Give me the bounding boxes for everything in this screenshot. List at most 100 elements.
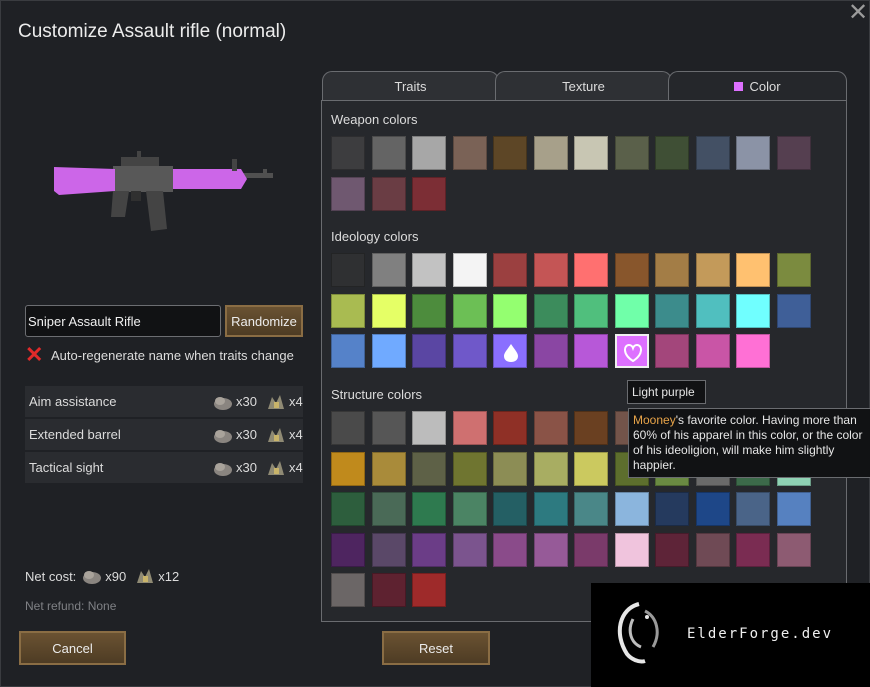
close-icon[interactable]: ✕ bbox=[847, 1, 869, 25]
color-swatch[interactable] bbox=[412, 532, 446, 567]
color-swatch[interactable] bbox=[331, 573, 365, 607]
color-swatch[interactable] bbox=[736, 293, 770, 328]
color-swatch[interactable] bbox=[655, 253, 689, 287]
color-swatch[interactable] bbox=[574, 253, 608, 287]
trait-row[interactable]: Extended barrel x30 x4 bbox=[25, 419, 303, 450]
color-swatch[interactable] bbox=[614, 334, 649, 368]
color-swatch[interactable] bbox=[371, 411, 406, 445]
color-swatch[interactable] bbox=[695, 334, 730, 368]
color-swatch[interactable] bbox=[695, 253, 730, 287]
reset-button[interactable]: Reset bbox=[382, 631, 490, 665]
color-swatch[interactable] bbox=[331, 492, 365, 526]
weapon-name-field[interactable] bbox=[25, 305, 221, 337]
color-swatch[interactable] bbox=[371, 136, 406, 170]
color-swatch[interactable] bbox=[736, 334, 770, 368]
color-swatch[interactable] bbox=[412, 176, 446, 211]
color-swatch[interactable] bbox=[452, 136, 487, 170]
color-swatch[interactable] bbox=[776, 253, 811, 287]
color-swatch[interactable] bbox=[371, 293, 406, 328]
color-swatch[interactable] bbox=[452, 253, 487, 287]
color-swatch[interactable] bbox=[695, 492, 730, 526]
color-swatch[interactable] bbox=[452, 411, 487, 445]
color-swatch[interactable] bbox=[614, 492, 649, 526]
color-swatch[interactable] bbox=[574, 334, 608, 368]
color-swatch[interactable] bbox=[412, 293, 446, 328]
color-swatch[interactable] bbox=[493, 293, 527, 328]
color-swatch[interactable] bbox=[371, 334, 406, 368]
color-swatch[interactable] bbox=[574, 532, 608, 567]
color-swatch[interactable] bbox=[452, 492, 487, 526]
color-swatch[interactable] bbox=[493, 451, 527, 486]
color-swatch[interactable] bbox=[331, 293, 365, 328]
color-swatch[interactable] bbox=[736, 136, 770, 170]
tab-texture[interactable]: Texture bbox=[495, 71, 672, 101]
color-swatch[interactable] bbox=[574, 293, 608, 328]
color-swatch[interactable] bbox=[776, 136, 811, 170]
color-swatch[interactable] bbox=[695, 293, 730, 328]
tab-color[interactable]: Color bbox=[668, 71, 847, 101]
color-swatch[interactable] bbox=[614, 293, 649, 328]
color-swatch[interactable] bbox=[695, 136, 730, 170]
color-swatch[interactable] bbox=[331, 411, 365, 445]
color-swatch[interactable] bbox=[371, 532, 406, 567]
color-swatch[interactable] bbox=[371, 573, 406, 607]
color-swatch[interactable] bbox=[574, 451, 608, 486]
color-swatch[interactable] bbox=[776, 492, 811, 526]
color-swatch[interactable] bbox=[452, 334, 487, 368]
color-swatch[interactable] bbox=[533, 532, 568, 567]
color-swatch[interactable] bbox=[574, 411, 608, 445]
color-swatch[interactable] bbox=[533, 253, 568, 287]
color-swatch[interactable] bbox=[412, 411, 446, 445]
color-swatch[interactable] bbox=[655, 293, 689, 328]
color-swatch[interactable] bbox=[412, 492, 446, 526]
color-swatch[interactable] bbox=[371, 176, 406, 211]
color-swatch[interactable] bbox=[655, 492, 689, 526]
color-swatch[interactable] bbox=[331, 136, 365, 170]
color-swatch[interactable] bbox=[655, 136, 689, 170]
color-swatch[interactable] bbox=[533, 451, 568, 486]
color-swatch[interactable] bbox=[371, 492, 406, 526]
color-swatch[interactable] bbox=[452, 293, 487, 328]
color-swatch[interactable] bbox=[736, 492, 770, 526]
color-swatch[interactable] bbox=[331, 334, 365, 368]
color-swatch[interactable] bbox=[331, 532, 365, 567]
color-swatch[interactable] bbox=[533, 334, 568, 368]
color-swatch[interactable] bbox=[493, 253, 527, 287]
cancel-button[interactable]: Cancel bbox=[19, 631, 126, 665]
color-swatch[interactable] bbox=[331, 451, 365, 486]
color-swatch[interactable] bbox=[412, 573, 446, 607]
color-swatch[interactable] bbox=[776, 293, 811, 328]
randomize-button[interactable]: Randomize bbox=[225, 305, 303, 337]
color-swatch[interactable] bbox=[452, 532, 487, 567]
color-swatch[interactable] bbox=[533, 492, 568, 526]
color-swatch[interactable] bbox=[776, 532, 811, 567]
color-swatch[interactable] bbox=[493, 411, 527, 445]
auto-regenerate-toggle[interactable]: ✕ Auto-regenerate name when traits chang… bbox=[25, 344, 294, 366]
color-swatch[interactable] bbox=[533, 411, 568, 445]
trait-row[interactable]: Aim assistance x30 x4 bbox=[25, 386, 303, 417]
color-swatch[interactable] bbox=[736, 532, 770, 567]
color-swatch[interactable] bbox=[655, 334, 689, 368]
color-swatch[interactable] bbox=[493, 334, 527, 368]
color-swatch[interactable] bbox=[574, 492, 608, 526]
color-swatch[interactable] bbox=[493, 136, 527, 170]
color-swatch[interactable] bbox=[412, 253, 446, 287]
color-swatch[interactable] bbox=[614, 532, 649, 567]
color-swatch[interactable] bbox=[331, 176, 365, 211]
color-swatch[interactable] bbox=[452, 451, 487, 486]
color-swatch[interactable] bbox=[412, 334, 446, 368]
color-swatch[interactable] bbox=[533, 293, 568, 328]
color-swatch[interactable] bbox=[493, 492, 527, 526]
color-swatch[interactable] bbox=[533, 136, 568, 170]
color-swatch[interactable] bbox=[695, 532, 730, 567]
tab-traits[interactable]: Traits bbox=[322, 71, 499, 101]
trait-row[interactable]: Tactical sight x30 x4 bbox=[25, 452, 303, 483]
color-swatch[interactable] bbox=[493, 532, 527, 567]
color-swatch[interactable] bbox=[371, 451, 406, 486]
color-swatch[interactable] bbox=[736, 253, 770, 287]
color-swatch[interactable] bbox=[574, 136, 608, 170]
color-swatch[interactable] bbox=[655, 532, 689, 567]
color-swatch[interactable] bbox=[331, 253, 365, 287]
color-swatch[interactable] bbox=[412, 136, 446, 170]
color-swatch[interactable] bbox=[614, 253, 649, 287]
